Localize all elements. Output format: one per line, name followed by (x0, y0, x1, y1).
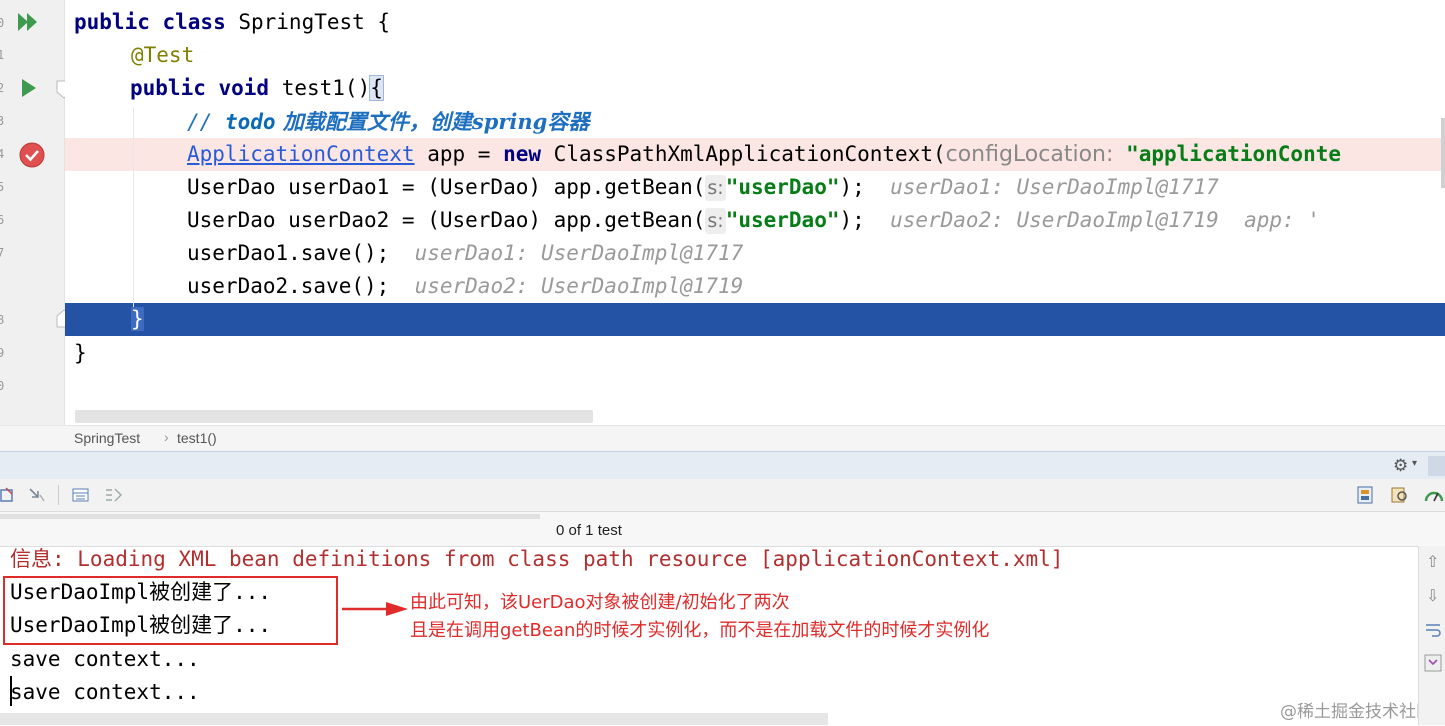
code-line: // todo 加载配置文件，创建spring容器 (187, 109, 590, 134)
line-number: 0 (0, 379, 5, 393)
run-panel-header: ⚙ ▾ (0, 451, 1445, 480)
debug-inlay-value: userDao1: UserDaoImpl@1717 (414, 241, 744, 265)
line-number: 2 (0, 81, 5, 95)
line-number: 6 (0, 213, 5, 227)
chevron-down-icon[interactable]: ▾ (1412, 458, 1417, 469)
scroll-down-icon[interactable]: ⇩ (1426, 586, 1439, 605)
scroll-up-icon[interactable]: ⇧ (1426, 552, 1439, 571)
debug-inlay-value: userDao2: UserDaoImpl@1719 app: ' (890, 208, 1320, 232)
console-line: save context... (10, 680, 200, 704)
debug-inlay-value: userDao2: UserDaoImpl@1719 (414, 274, 744, 298)
debug-inlay-value: userDao1: UserDaoImpl@1717 (890, 175, 1219, 199)
parameter-hint: configLocation: (945, 142, 1114, 167)
horizontal-scrollbar[interactable] (75, 410, 593, 423)
console-line: save context... (10, 647, 200, 671)
code-line: UserDao userDao2 = (UserDao) app.getBean… (187, 208, 1320, 234)
line-number: 9 (0, 346, 5, 360)
code-line: userDao2.save(); userDao2: UserDaoImpl@1… (187, 274, 744, 298)
watermark: @稀土掘金技术社区 (1280, 702, 1418, 722)
run-all-icon[interactable] (16, 11, 40, 33)
coverage-icon[interactable] (1423, 485, 1445, 505)
console-horizontal-scrollbar[interactable] (0, 713, 828, 725)
code-line: } (131, 307, 144, 331)
progress-bar (0, 514, 540, 519)
breakpoint-error-icon[interactable] (18, 141, 46, 169)
expand-tree-icon[interactable] (104, 487, 124, 503)
line-number: 0 (0, 16, 5, 30)
vertical-scrollbar[interactable] (1441, 118, 1445, 188)
text-cursor (10, 676, 12, 706)
line-number: 8 (0, 313, 5, 327)
line-number: 7 (0, 246, 5, 260)
export-icon[interactable] (1356, 485, 1374, 505)
highlight-box (3, 576, 338, 645)
console-side-toolbar: ⇧ ⇩ (1418, 546, 1445, 725)
line-number: 1 (0, 48, 5, 62)
breadcrumb-separator: › (164, 429, 169, 445)
line-number: 4 (0, 147, 5, 161)
line-number: 3 (0, 114, 5, 128)
code-line: UserDao userDao1 = (UserDao) app.getBean… (187, 175, 1219, 201)
hide-panel-button[interactable] (1428, 456, 1445, 476)
gear-icon[interactable]: ⚙ (1393, 456, 1408, 476)
code-line: public void test1(){ (130, 75, 384, 101)
test-status-text: 0 of 1 test (556, 522, 622, 539)
code-editor[interactable]: public class SpringTest { @Test public v… (65, 0, 1445, 425)
annotation-text: 且是在调用getBean的时候才实例化，而不是在加载文件的时候才实例化 (410, 620, 990, 641)
toggle-tests-icon[interactable] (28, 487, 46, 503)
import-icon[interactable] (1390, 485, 1410, 505)
rerun-icon[interactable] (0, 487, 16, 503)
annotation-text: 由此可知，该UerDao对象被创建/初始化了两次 (410, 592, 790, 613)
test-status-row: 0 of 1 test (0, 512, 1445, 546)
line-number: 5 (0, 180, 5, 194)
code-line: userDao1.save(); userDao1: UserDaoImpl@1… (187, 241, 744, 265)
console-output[interactable]: 信息: Loading XML bean definitions from cl… (0, 546, 1418, 726)
run-icon[interactable] (20, 77, 38, 99)
parameter-hint: s: (705, 208, 726, 234)
code-line: @Test (131, 43, 195, 67)
soft-wrap-icon[interactable] (1424, 622, 1442, 638)
run-toolbar (0, 479, 1445, 512)
annotation-arrow (342, 602, 408, 616)
breadcrumb-method[interactable]: test1() (177, 430, 217, 446)
sort-icon[interactable] (72, 487, 90, 503)
console-info-line: 信息: Loading XML bean definitions from cl… (10, 547, 1064, 571)
scroll-to-end-icon[interactable] (1424, 654, 1442, 672)
code-line: ApplicationContext app = new ClassPathXm… (187, 142, 1341, 167)
code-line: } (74, 341, 87, 365)
indent-guide (133, 108, 134, 308)
breadcrumb-class[interactable]: SpringTest (74, 430, 140, 446)
editor-gutter[interactable]: 0 1 2 3 4 5 6 7 8 9 0 (0, 0, 72, 425)
matched-brace: { (369, 75, 384, 101)
breadcrumb: SpringTest › test1() (0, 425, 1445, 452)
parameter-hint: s: (705, 175, 726, 201)
code-line: public class SpringTest { (74, 10, 391, 34)
